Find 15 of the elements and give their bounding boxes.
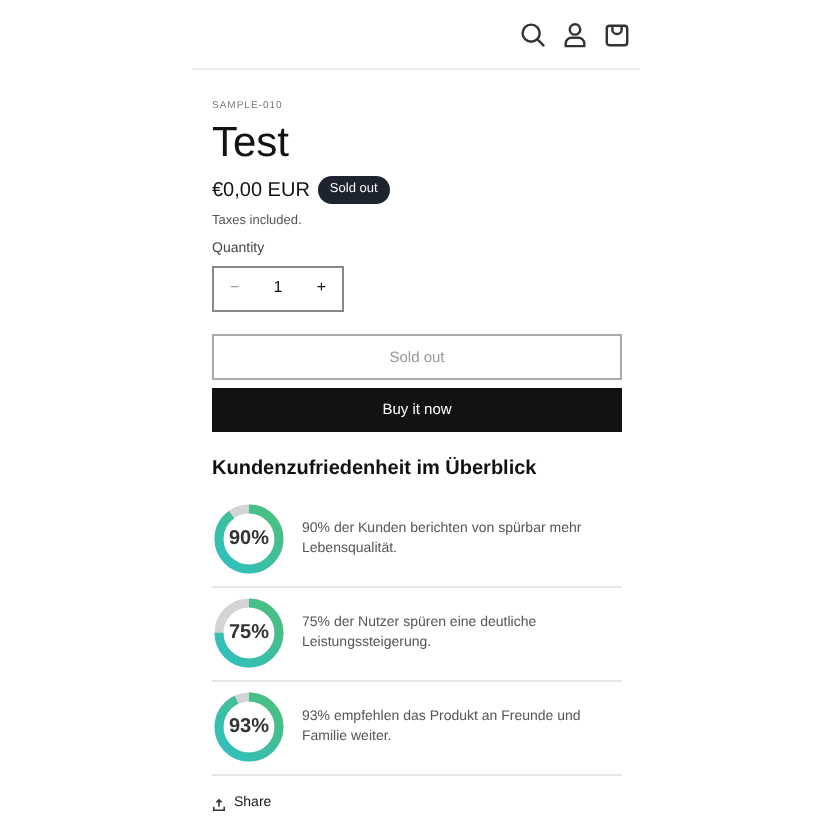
- price: €0,00 EUR: [212, 177, 310, 205]
- percent-label: 75%: [228, 621, 269, 646]
- progress-ring: [212, 596, 286, 671]
- share-icon: [212, 797, 226, 811]
- bag-icon[interactable]: [604, 21, 630, 47]
- user-icon[interactable]: [562, 21, 588, 47]
- quantity-value: 1: [273, 276, 283, 301]
- percent-label: 93%: [228, 715, 269, 740]
- section-heading: Kundenzufriedenheit im Überblick: [212, 455, 539, 484]
- progress-ring: [212, 502, 286, 577]
- search-icon[interactable]: [520, 21, 546, 47]
- percent-label: 90%: [228, 527, 269, 552]
- progress-ring: [212, 690, 286, 765]
- product-title: Test: [212, 117, 292, 169]
- increase-button[interactable]: +: [316, 276, 326, 301]
